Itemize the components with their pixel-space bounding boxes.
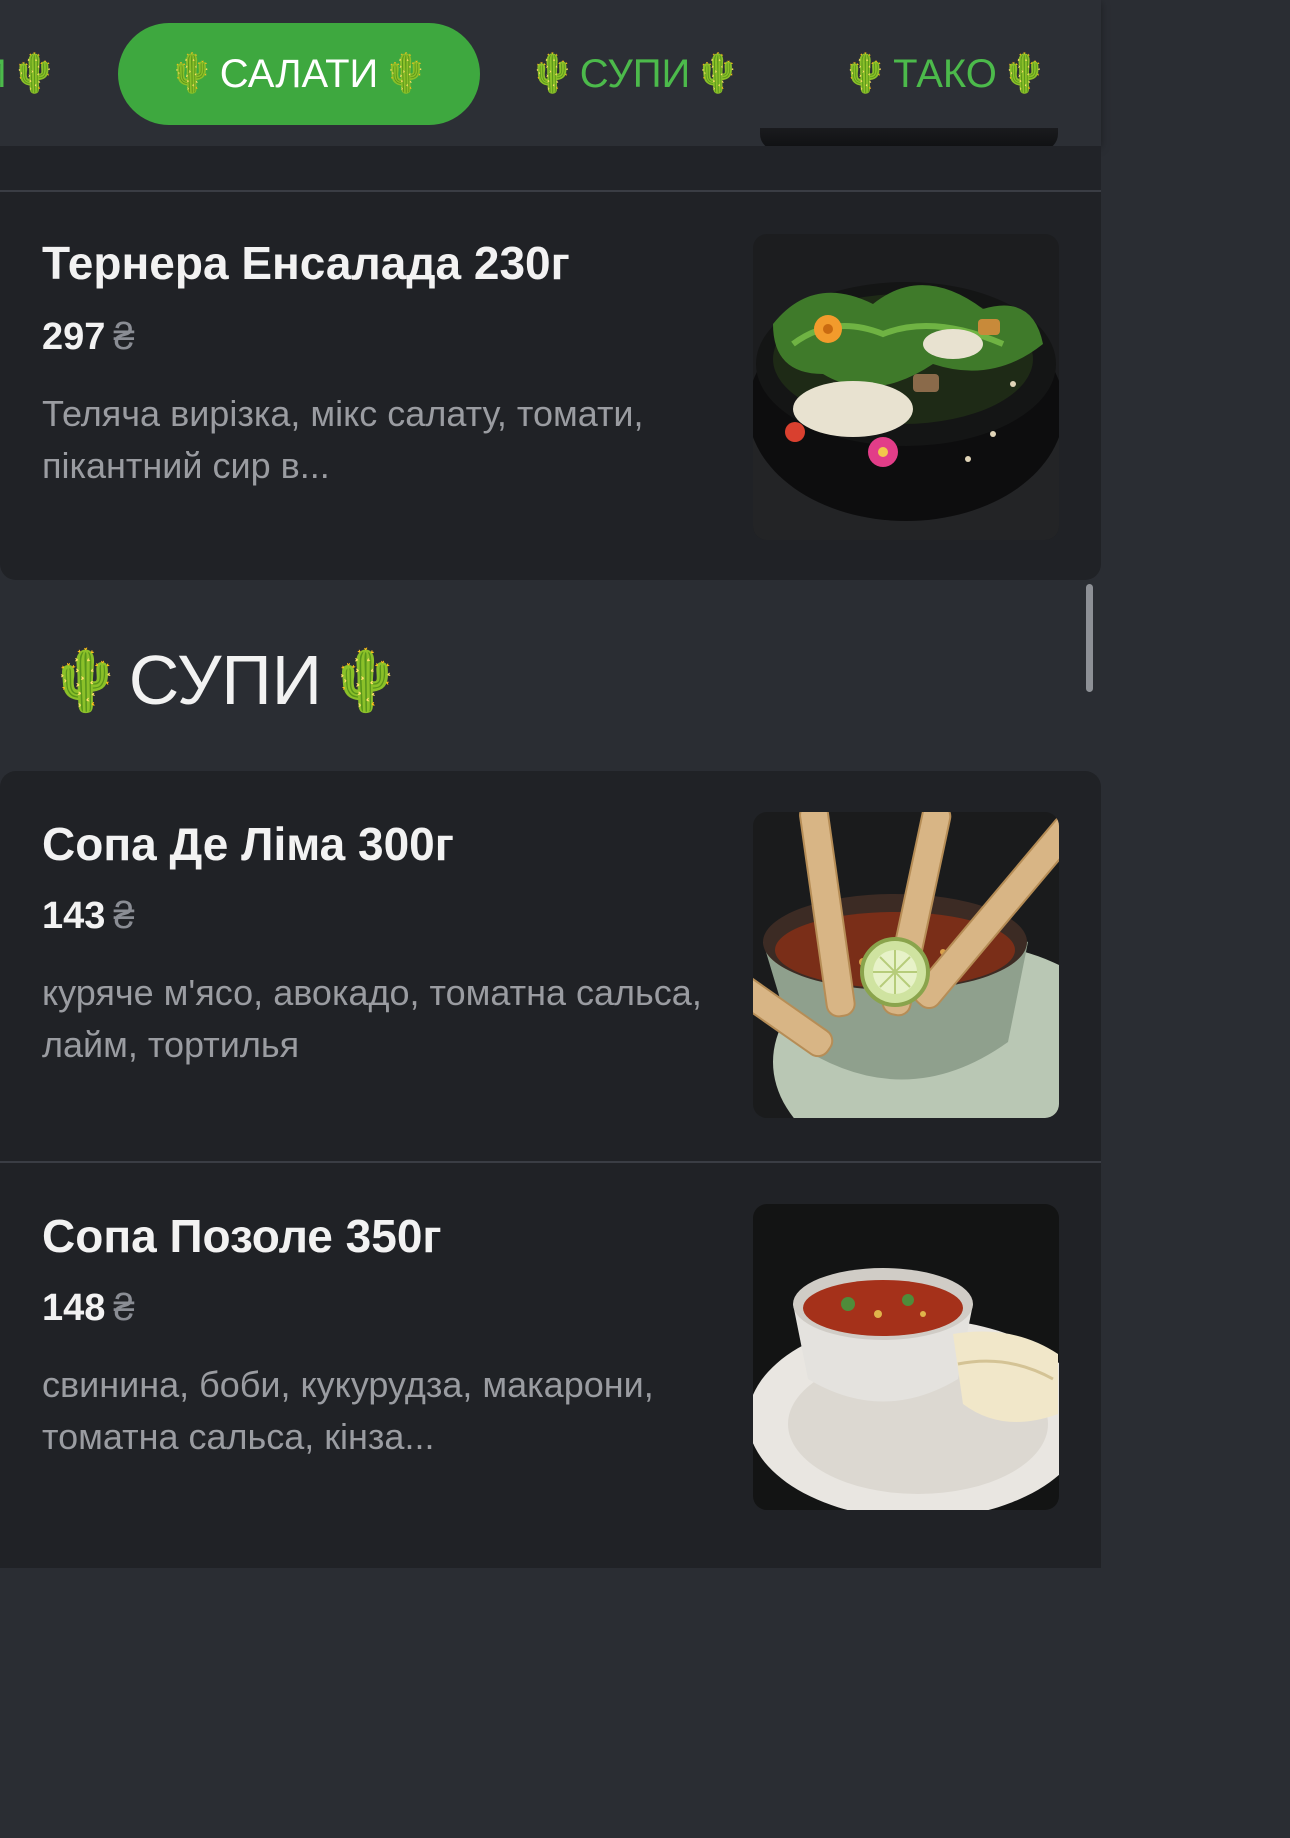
cactus-icon: 🌵 xyxy=(328,646,403,714)
item-price: 148 ₴ xyxy=(42,1287,135,1330)
tab-label: САЛАТИ xyxy=(219,51,379,96)
cactus-icon: 🌵 xyxy=(694,53,742,95)
item-photo[interactable] xyxy=(753,234,1059,540)
previous-menu-item-edge xyxy=(0,146,1101,192)
item-description: куряче м'ясо, авокадо, томатна сальса, л… xyxy=(42,972,702,1065)
item-description: свинина, боби, кукурудза, макарони, тома… xyxy=(42,1364,654,1457)
tab-label: СУПИ xyxy=(579,51,691,96)
cactus-icon: 🌵 xyxy=(168,53,216,95)
item-title: Тернера Енсалада 230г xyxy=(42,237,570,289)
previous-item-image-edge xyxy=(760,128,1058,146)
item-price: 297 ₴ xyxy=(42,316,135,359)
item-title: Сопа Де Ліма 300г xyxy=(42,818,454,870)
tab-previous[interactable]: И 🌵 xyxy=(0,23,78,125)
hryvnia-icon: ₴ xyxy=(113,316,135,358)
menu-item[interactable]: Сопа Позоле 350г 148 ₴ свинина, боби, кук… xyxy=(0,1163,1101,1568)
tab-tacos[interactable]: 🌵 ТАКО 🌵 xyxy=(834,23,1056,125)
tab-salads[interactable]: 🌵 САЛАТИ 🌵 xyxy=(118,23,480,125)
price-value: 143 xyxy=(42,895,106,937)
category-tabs: И 🌵 🌵 САЛАТИ 🌵 🌵 СУПИ 🌵 🌵 ТАКО 🌵 xyxy=(0,0,1101,146)
cactus-icon: 🌵 xyxy=(841,53,890,95)
cactus-icon: 🌵 xyxy=(10,53,59,95)
section-title-text: СУПИ xyxy=(128,641,323,719)
cactus-icon: 🌵 xyxy=(48,646,123,714)
scrollbar[interactable] xyxy=(1086,584,1093,692)
hryvnia-icon: ₴ xyxy=(113,895,135,937)
tab-soups[interactable]: 🌵 СУПИ 🌵 xyxy=(522,23,748,125)
price-value: 148 xyxy=(42,1287,106,1329)
menu-item[interactable]: Сопа Де Ліма 300г 143 ₴ куряче м'ясо, аво… xyxy=(0,771,1101,1163)
section-title: 🌵 СУПИ 🌵 xyxy=(48,640,403,720)
tab-label: ТАКО xyxy=(893,51,997,96)
item-title: Сопа Позоле 350г xyxy=(42,1210,442,1262)
cactus-icon: 🌵 xyxy=(528,53,576,95)
cactus-icon: 🌵 xyxy=(1000,53,1049,95)
item-description: Теляча вирізка, мікс салату, томати, пік… xyxy=(42,393,644,486)
item-photo[interactable] xyxy=(753,1204,1059,1510)
price-value: 297 xyxy=(42,316,106,358)
menu-item[interactable]: Тернера Енсалада 230г 297 ₴ Теляча вирізк… xyxy=(0,192,1101,580)
hryvnia-icon: ₴ xyxy=(113,1287,135,1329)
item-price: 143 ₴ xyxy=(42,895,135,938)
item-photo[interactable] xyxy=(753,812,1059,1118)
cactus-icon: 🌵 xyxy=(382,53,430,95)
tab-label: И xyxy=(0,52,7,97)
